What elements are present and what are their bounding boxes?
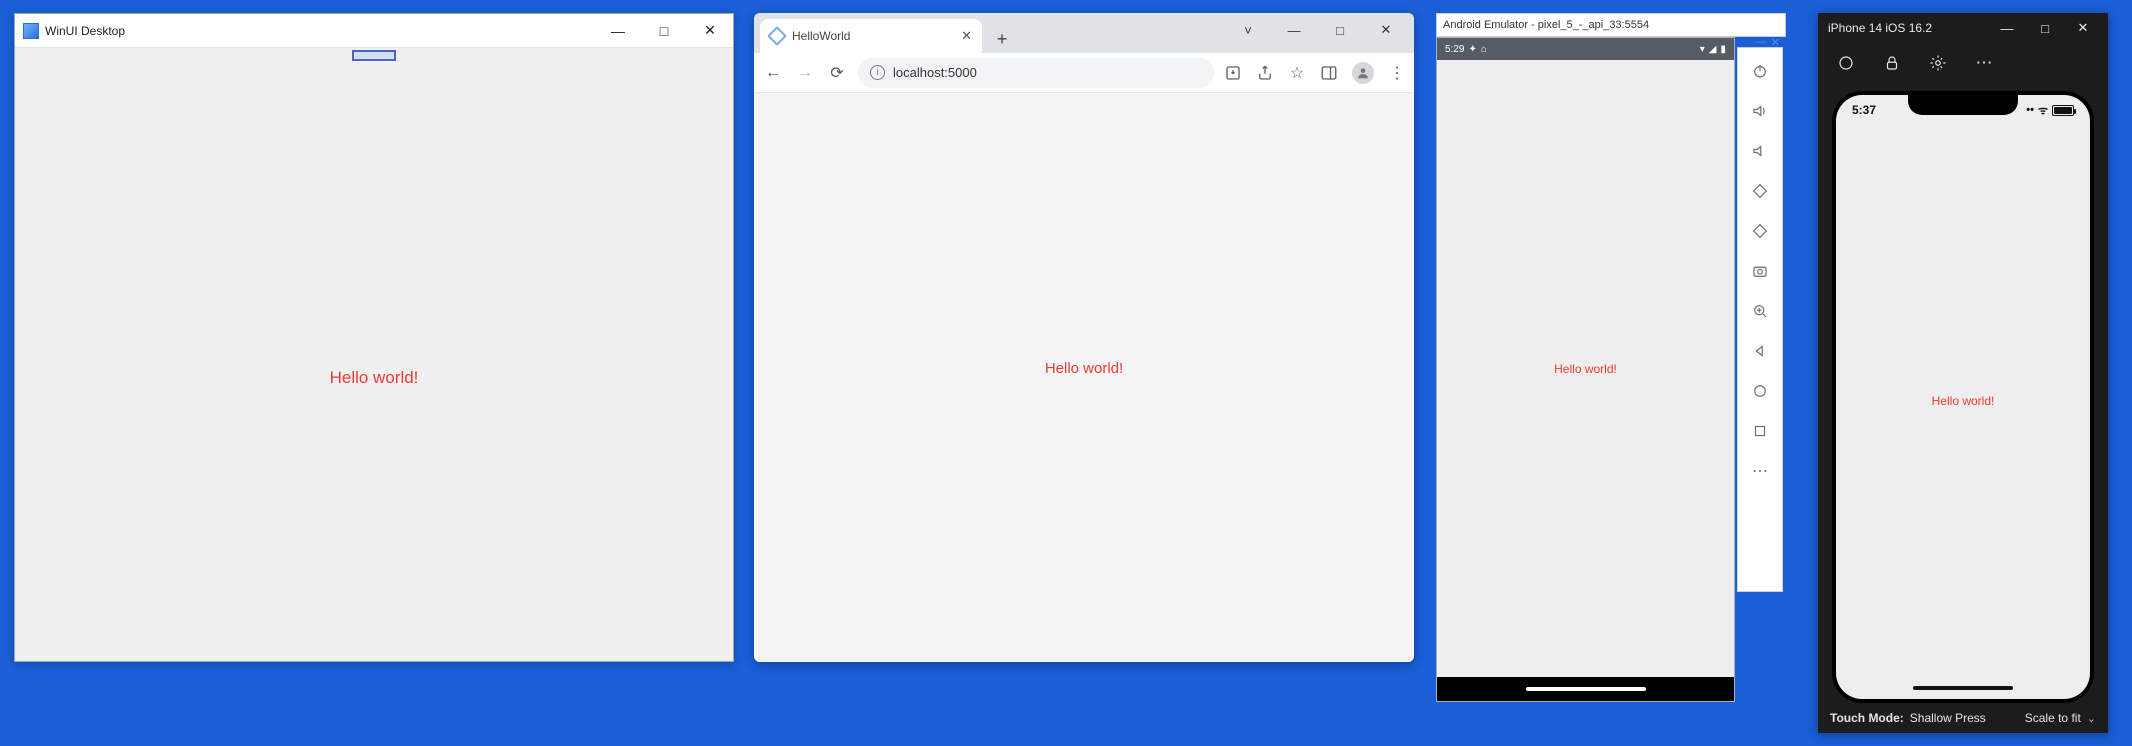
signal-icon: ◢	[1709, 44, 1717, 55]
url-text: localhost:5000	[893, 65, 977, 80]
emulator-title: Android Emulator - pixel_5_-_api_33:5554	[1443, 19, 1779, 31]
rotate-left-icon[interactable]	[1749, 180, 1771, 202]
battery-icon: ▮	[1720, 44, 1726, 55]
tab-label: HelloWorld	[792, 29, 953, 43]
more-icon[interactable]: ⋯	[1974, 53, 1994, 73]
back-icon[interactable]	[1749, 340, 1771, 362]
browser-window: HelloWorld ✕ + ˅ — □ ✕ ← → ⟳ i localhost…	[754, 13, 1414, 662]
iphone-device: 5:37 •• ᯤ Hello world!	[1832, 91, 2094, 703]
back-button[interactable]: ←	[762, 62, 784, 84]
status-time: 5:37	[1852, 103, 1876, 117]
profile-avatar[interactable]	[1352, 62, 1374, 84]
window-title: WinUI Desktop	[45, 24, 595, 38]
minimize-button[interactable]: —	[1272, 17, 1316, 43]
sidebar-window-controls: — ✕	[1756, 36, 1780, 49]
home-icon[interactable]	[1836, 53, 1856, 73]
rotate-right-icon[interactable]	[1749, 220, 1771, 242]
browser-tab[interactable]: HelloWorld ✕	[760, 19, 982, 53]
emulator-sidebar: — ✕ ⋯	[1737, 47, 1783, 592]
screenshot-icon[interactable]	[1749, 260, 1771, 282]
close-button[interactable]: ✕	[1364, 17, 1408, 43]
lock-icon[interactable]	[1882, 53, 1902, 73]
scale-value[interactable]: Scale to fit	[2025, 711, 2081, 725]
zoom-icon[interactable]	[1749, 300, 1771, 322]
android-nav-bar[interactable]	[1437, 677, 1734, 701]
new-tab-button[interactable]: +	[988, 25, 1016, 53]
browser-viewport: Hello world!	[754, 93, 1414, 662]
sidepanel-icon[interactable]	[1320, 64, 1338, 82]
favicon-icon	[767, 26, 787, 46]
close-button[interactable]: ✕	[687, 14, 733, 47]
home-icon[interactable]	[1749, 380, 1771, 402]
address-bar: ← → ⟳ i localhost:5000 ☆ ⋮	[754, 53, 1414, 93]
android-device: 5:29 ✦ ⌂ ▾ ◢ ▮ Hello world!	[1436, 37, 1735, 702]
tab-strip: HelloWorld ✕ + ˅ — □ ✕	[754, 13, 1414, 53]
winui-window: WinUI Desktop — □ ✕ Hello world!	[14, 13, 734, 662]
minimize-button[interactable]: —	[1992, 17, 2022, 39]
window-controls: — □ ✕	[595, 14, 733, 47]
overview-icon[interactable]	[1749, 420, 1771, 442]
hello-label: Hello world!	[754, 360, 1414, 377]
winui-titlebar[interactable]: WinUI Desktop — □ ✕	[15, 14, 733, 48]
ios-simulator-window: iPhone 14 iOS 16.2 — □ ✕ ⋯ 5:37 •• ᯤ Hel…	[1818, 13, 2108, 733]
reload-button[interactable]: ⟳	[826, 62, 848, 84]
minimize-button[interactable]: —	[595, 14, 641, 47]
notification-icon: ✦	[1468, 44, 1476, 55]
omnibox[interactable]: i localhost:5000	[858, 58, 1214, 88]
site-info-icon[interactable]: i	[870, 65, 885, 80]
app-icon	[23, 23, 39, 39]
hello-label: Hello world!	[1437, 362, 1734, 376]
android-screen[interactable]: Hello world!	[1437, 60, 1734, 677]
touch-mode-value[interactable]: Shallow Press	[1910, 711, 1986, 725]
android-status-bar: 5:29 ✦ ⌂ ▾ ◢ ▮	[1437, 38, 1734, 60]
window-controls: ˅ — □ ✕	[1226, 17, 1408, 43]
install-app-icon[interactable]	[1224, 64, 1242, 82]
gesture-bar[interactable]	[1526, 687, 1646, 691]
volume-down-icon[interactable]	[1749, 140, 1771, 162]
sidebar-close-button[interactable]: ✕	[1771, 36, 1780, 49]
close-button[interactable]: ✕	[2068, 17, 2098, 39]
maximize-button[interactable]: □	[1318, 17, 1362, 43]
caret-button[interactable]: ˅	[1226, 17, 1270, 43]
sidebar-minimize-button[interactable]: —	[1756, 36, 1767, 49]
hello-label: Hello world!	[15, 368, 733, 388]
volume-up-icon[interactable]	[1749, 100, 1771, 122]
ios-titlebar[interactable]: iPhone 14 iOS 16.2 — □ ✕	[1818, 13, 2108, 43]
wifi-icon: ▾	[1700, 44, 1705, 55]
share-icon[interactable]	[1256, 64, 1274, 82]
signal-icon: ••	[2026, 104, 2034, 116]
selection-box	[352, 50, 396, 61]
bookmark-icon[interactable]: ☆	[1288, 64, 1306, 82]
forward-button[interactable]: →	[794, 62, 816, 84]
power-icon[interactable]	[1749, 60, 1771, 82]
toolbar-right: ☆ ⋮	[1224, 62, 1406, 84]
hello-label: Hello world!	[1836, 125, 2090, 677]
status-time: 5:29	[1445, 44, 1464, 55]
tab-close-icon[interactable]: ✕	[961, 28, 972, 44]
battery-icon	[2052, 105, 2074, 116]
notch	[1908, 95, 2018, 115]
ios-title: iPhone 14 iOS 16.2	[1828, 21, 1984, 35]
chevron-down-icon[interactable]: ⌄	[2087, 712, 2096, 725]
maximize-button[interactable]: □	[2030, 17, 2060, 39]
touch-mode-label: Touch Mode:	[1830, 711, 1904, 725]
wifi-icon: ᯤ	[2038, 103, 2048, 118]
menu-icon[interactable]: ⋮	[1388, 64, 1406, 82]
settings-icon[interactable]	[1928, 53, 1948, 73]
winui-client-area: Hello world!	[15, 48, 733, 661]
ios-toolbar: ⋯	[1818, 43, 2108, 83]
emulator-titlebar[interactable]: Android Emulator - pixel_5_-_api_33:5554	[1436, 13, 1786, 37]
iphone-screen[interactable]: 5:37 •• ᯤ Hello world!	[1836, 95, 2090, 699]
maximize-button[interactable]: □	[641, 14, 687, 47]
more-icon[interactable]: ⋯	[1749, 460, 1771, 482]
debug-icon: ⌂	[1481, 44, 1487, 55]
ios-footer: Touch Mode: Shallow Press Scale to fit ⌄	[1818, 703, 2108, 733]
android-emulator-window: Android Emulator - pixel_5_-_api_33:5554…	[1436, 13, 1786, 702]
home-indicator[interactable]	[1836, 677, 2090, 699]
